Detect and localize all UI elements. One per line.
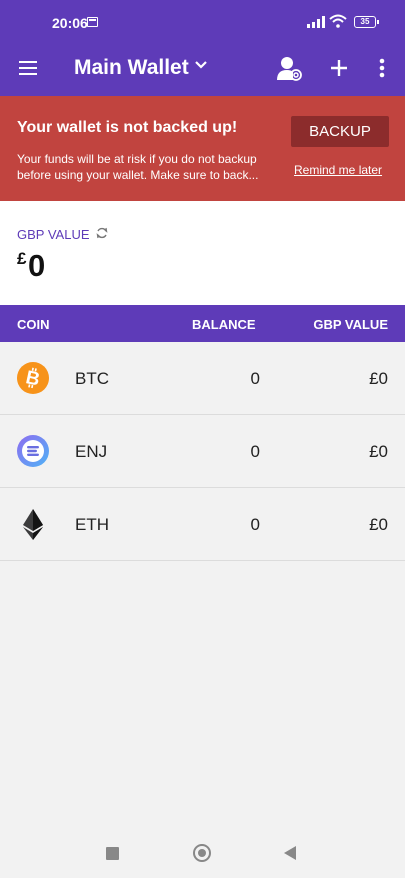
menu-icon[interactable] [16, 58, 40, 78]
coin-list: B BTC 0 £0 ENJ 0 £0 ETH 0 £0 [0, 342, 405, 561]
home-icon[interactable] [193, 844, 211, 862]
total-value: 0 [28, 248, 46, 283]
battery-icon: 35 [354, 16, 379, 28]
chevron-down-icon[interactable] [194, 58, 208, 72]
coin-symbol: ENJ [75, 442, 108, 461]
refresh-icon[interactable] [96, 226, 108, 240]
value-column-header: GBP VALUE [313, 317, 388, 332]
coin-balance: 0 [250, 515, 260, 534]
coin-value: £0 [369, 369, 388, 388]
gbp-value-label: GBP VALUE [17, 227, 90, 242]
enjin-icon [17, 435, 49, 467]
signal-icon [307, 16, 325, 28]
contacts-icon[interactable] [275, 54, 303, 82]
coin-row-eth[interactable]: ETH 0 £0 [0, 488, 405, 561]
calendar-icon [87, 17, 98, 27]
add-icon[interactable] [326, 54, 352, 82]
coin-balance: 0 [250, 369, 260, 388]
coin-row-enj[interactable]: ENJ 0 £0 [0, 415, 405, 488]
more-options-icon[interactable] [370, 54, 394, 82]
coin-symbol: ETH [75, 515, 109, 534]
system-nav-bar [0, 828, 405, 878]
portfolio-value: GBP VALUE £ 0 [0, 201, 405, 305]
coin-value: £0 [369, 515, 388, 534]
backup-warning-description: Your funds will be at risk if you do not… [17, 152, 259, 182]
coin-symbol: BTC [75, 369, 109, 388]
app-bar: Main Wallet [0, 44, 405, 96]
ethereum-icon [23, 509, 43, 540]
coin-value: £0 [369, 442, 388, 461]
currency-symbol: £ [17, 249, 27, 268]
remind-later-link[interactable]: Remind me later [294, 163, 382, 177]
balance-column-header: BALANCE [192, 317, 256, 332]
backup-warning-title: Your wallet is not backed up! [17, 119, 238, 136]
wallet-title[interactable]: Main Wallet [74, 56, 189, 80]
coin-table-header: COIN BALANCE GBP VALUE [0, 305, 405, 342]
status-time: 20:06 [52, 15, 88, 31]
wifi-icon [329, 14, 347, 28]
backup-button[interactable]: BACKUP [291, 116, 389, 147]
status-bar: 20:06 35 [0, 0, 405, 44]
coin-balance: 0 [250, 442, 260, 461]
bitcoin-icon: B [17, 362, 49, 394]
coin-row-btc[interactable]: B BTC 0 £0 [0, 342, 405, 415]
backup-warning-banner: Your wallet is not backed up! Your funds… [0, 96, 405, 201]
back-icon[interactable] [284, 846, 296, 860]
coin-column-header: COIN [17, 317, 50, 332]
recent-apps-icon[interactable] [106, 847, 119, 860]
